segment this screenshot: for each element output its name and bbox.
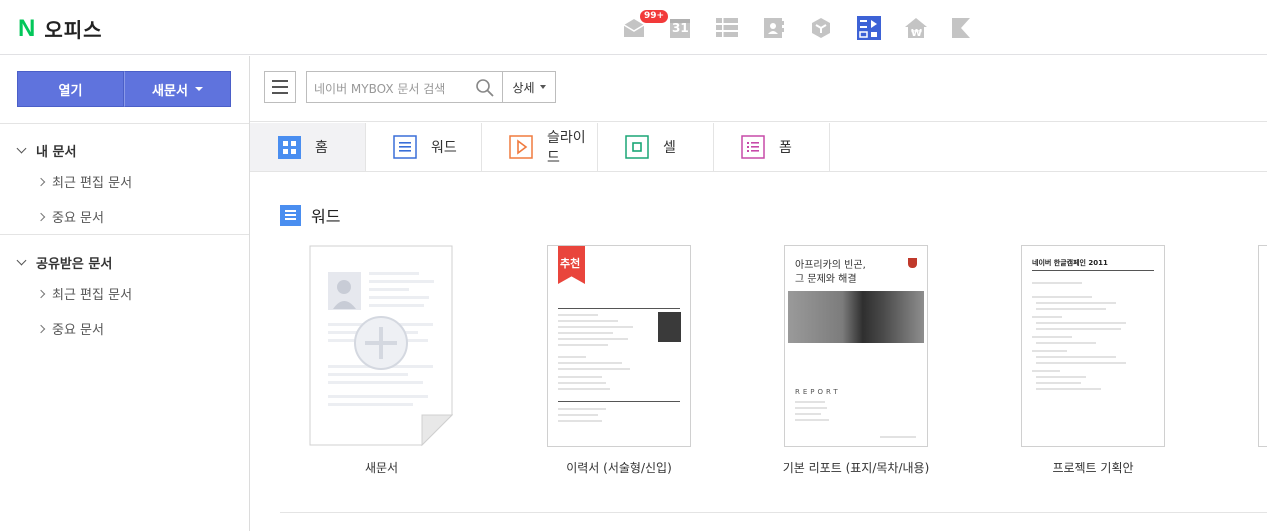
group-label: 공유받은 문서: [36, 257, 113, 272]
tab-label: 슬라이드: [547, 130, 586, 166]
sidebar-item-my-important[interactable]: 중요 문서: [36, 207, 104, 226]
template-card-new[interactable]: [309, 245, 453, 447]
chevron-down-icon: [16, 255, 27, 266]
detail-label: 상세: [512, 80, 535, 95]
template-card-project-plan[interactable]: 네이버 한글캠페인 2011: [1021, 245, 1165, 447]
portrait-photo: [658, 312, 681, 342]
search-placeholder: 네이버 MYBOX 문서 검색: [314, 82, 446, 96]
tab-label: 홈: [315, 140, 328, 156]
open-button[interactable]: 열기: [17, 71, 124, 107]
tab-home[interactable]: 홈: [250, 123, 366, 171]
tab-form[interactable]: 폼: [714, 123, 830, 171]
chevron-down-icon: [16, 143, 27, 154]
template-label: 새문서: [364, 461, 399, 475]
caret-down-icon: [539, 85, 546, 89]
sidebar-item-shared-recent[interactable]: 최근 편집 문서: [36, 284, 133, 303]
bookmark-icon[interactable]: [951, 14, 998, 42]
sidebar-item-label: 중요 문서: [52, 211, 104, 226]
cell-icon: [625, 135, 649, 159]
tab-slide[interactable]: 슬라이드: [482, 123, 598, 171]
home-grid-icon: [277, 135, 301, 159]
tab-label: 폼: [779, 140, 792, 156]
section-title: 워드: [280, 203, 340, 227]
word-section-icon: [280, 204, 301, 226]
caret-down-icon: [194, 87, 203, 91]
chevron-right-icon: [36, 177, 46, 186]
search-icon[interactable]: [475, 78, 495, 102]
sidebar-item-shared-important[interactable]: 중요 문서: [36, 319, 104, 338]
template-label: 프로젝트 기획안: [1052, 461, 1134, 475]
report-cover-photo: [788, 291, 924, 343]
sidebar-item-label: 중요 문서: [52, 323, 104, 338]
app-switcher: 99+ 31 ₩: [622, 9, 998, 42]
tab-cell[interactable]: 셀: [598, 123, 714, 171]
mail-icon[interactable]: 99+: [622, 9, 670, 42]
report-heading-line2: 그 문제와 해결: [795, 274, 857, 285]
contacts-list-icon[interactable]: [716, 14, 763, 42]
divider: [280, 512, 1267, 513]
crest-icon: [908, 258, 917, 268]
cube-icon[interactable]: [810, 14, 857, 42]
household-icon[interactable]: ₩: [904, 14, 951, 42]
detail-search-dropdown[interactable]: 상세: [502, 71, 556, 103]
chevron-right-icon: [36, 324, 46, 333]
naver-office-logo[interactable]: N 오피스: [18, 14, 103, 43]
naver-n-logo: N: [18, 14, 36, 42]
top-bar: N 오피스 99+ 31 ₩: [0, 0, 1267, 55]
menu-button[interactable]: [264, 71, 296, 103]
new-document-label: 새문서: [152, 83, 188, 99]
document-type-tabs: 홈 워드 슬라이드 셀 폼: [250, 123, 1267, 172]
tab-label: 셀: [663, 140, 676, 156]
report-heading-line1: 아프리카의 빈곤,: [795, 260, 866, 271]
chevron-right-icon: [36, 212, 46, 221]
chevron-right-icon: [36, 289, 46, 298]
template-card-partial[interactable]: [1258, 245, 1267, 447]
group-label: 내 문서: [36, 145, 77, 160]
group-shared-documents[interactable]: 공유받은 문서: [16, 253, 113, 272]
tab-word[interactable]: 워드: [366, 123, 482, 171]
new-document-thumbnail: [309, 245, 453, 447]
template-label: 기본 리포트 (표지/목차/내용): [782, 461, 930, 475]
app-title: 오피스: [44, 18, 103, 42]
form-icon: [741, 135, 765, 159]
divider: [0, 123, 249, 124]
tab-label: 워드: [431, 140, 457, 156]
report-label: REPORT: [795, 388, 841, 396]
recommended-ribbon: 추천: [558, 246, 585, 284]
divider: [0, 234, 249, 235]
search-input[interactable]: 네이버 MYBOX 문서 검색: [306, 71, 503, 103]
calendar-icon[interactable]: 31: [669, 14, 716, 42]
group-my-documents[interactable]: 내 문서: [16, 141, 77, 160]
ribbon-label: 추천: [560, 257, 581, 270]
sidebar-item-label: 최근 편집 문서: [52, 176, 133, 191]
word-icon: [393, 135, 417, 159]
sidebar-item-my-recent[interactable]: 최근 편집 문서: [36, 172, 133, 191]
section-title-text: 워드: [311, 207, 341, 226]
slide-icon: [509, 135, 533, 159]
mail-badge: 99+: [639, 9, 670, 24]
template-card-report[interactable]: 아프리카의 빈곤, 그 문제와 해결 REPORT: [784, 245, 928, 447]
search-toolbar: 네이버 MYBOX 문서 검색 상세: [250, 56, 1267, 122]
plan-heading: 네이버 한글캠페인 2011: [1032, 259, 1108, 267]
sidebar: 열기 새문서 내 문서 최근 편집 문서 중요 문서 공유받은 문서 최근 편집…: [0, 56, 250, 531]
new-document-button[interactable]: 새문서: [124, 71, 231, 107]
sidebar-item-label: 최근 편집 문서: [52, 288, 133, 303]
calendar-number: 31: [672, 21, 689, 35]
contacts-book-icon[interactable]: [763, 14, 810, 42]
svg-text:₩: ₩: [911, 28, 922, 39]
template-card-resume[interactable]: 추천: [547, 245, 691, 447]
template-label: 이력서 (서술형/신입): [566, 461, 672, 475]
office-icon[interactable]: [857, 14, 904, 42]
